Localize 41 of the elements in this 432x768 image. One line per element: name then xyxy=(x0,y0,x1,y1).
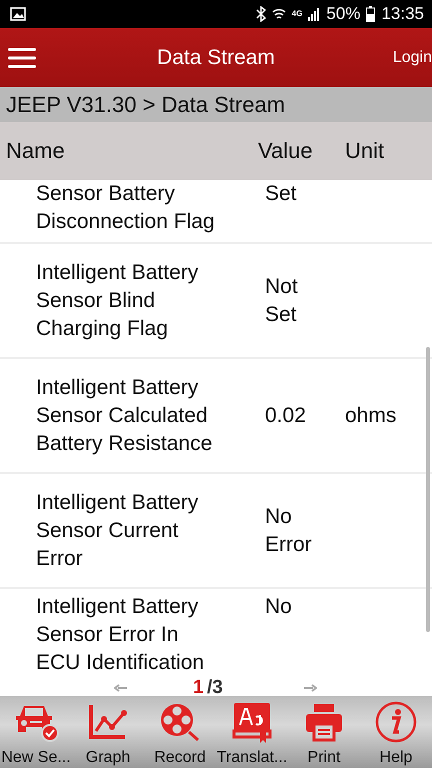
parameter-name: Sensor Battery Disconnection Flag xyxy=(35,181,216,235)
network-type: 4G xyxy=(292,10,302,18)
dictionary-icon xyxy=(232,701,272,743)
current-page: 1 xyxy=(193,680,204,696)
help-button[interactable]: Help xyxy=(360,696,432,768)
breadcrumb: JEEP V31.30 > Data Stream xyxy=(6,92,286,118)
record-button[interactable]: Record xyxy=(144,696,216,768)
signal-icon xyxy=(308,7,320,21)
clock: 13:35 xyxy=(381,4,424,24)
film-reel-icon xyxy=(159,702,201,742)
page-total: /3 xyxy=(207,680,223,696)
gallery-icon xyxy=(10,7,26,21)
parameter-name: Intelligent Battery Sensor Calculated Battery Resistance xyxy=(35,374,214,456)
menu-icon[interactable] xyxy=(8,46,36,68)
info-icon xyxy=(375,701,417,743)
car-button[interactable]: New Se... xyxy=(0,696,72,768)
bluetooth-icon xyxy=(256,6,266,22)
print-button[interactable]: Print xyxy=(288,696,360,768)
battery-percent: 50% xyxy=(326,4,360,24)
battery-icon xyxy=(366,6,376,22)
translate-button[interactable]: Translat... xyxy=(216,696,288,768)
parameter-name: Intelligent Battery Sensor Error In ECU Identification xyxy=(35,594,206,676)
previous-page-arrow-icon[interactable] xyxy=(114,684,128,692)
graph-button[interactable]: Graph xyxy=(72,696,144,768)
wifi-icon xyxy=(272,7,286,21)
printer-icon xyxy=(304,702,344,742)
next-page-arrow-icon[interactable] xyxy=(303,684,317,692)
column-header: Name xyxy=(5,138,66,164)
column-header: Unit xyxy=(345,138,386,164)
column-header: Value xyxy=(258,138,314,164)
parameter-name: Intelligent Battery Sensor Blind Charging Flag xyxy=(35,260,200,342)
chart-icon xyxy=(88,703,128,741)
parameter-value: Not Set xyxy=(264,274,299,328)
parameter-value: 0.02 xyxy=(264,402,307,428)
parameter-value: No Error xyxy=(264,504,313,558)
parameter-value: Set xyxy=(264,181,298,207)
screen-title: Data Stream xyxy=(157,46,275,68)
parameter-value: No xyxy=(264,594,293,620)
parameter-name: Intelligent Battery Sensor Current Error xyxy=(35,490,200,572)
login-button[interactable]: Login xyxy=(386,48,432,68)
parameter-unit: ohms xyxy=(345,402,398,428)
